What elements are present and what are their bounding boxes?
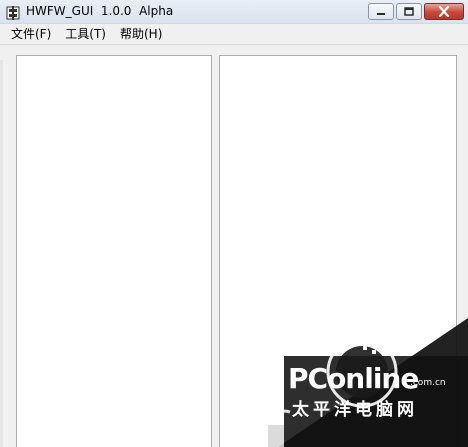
menu-file[interactable]: 文件(F) [4,24,58,44]
menu-help[interactable]: 帮助(H) [113,24,169,44]
right-panel[interactable] [219,55,457,447]
close-icon [438,6,450,17]
window-title: HWFW_GUI 1.0.0 Alpha [26,4,174,18]
window-controls [368,3,464,21]
left-edge [0,60,3,447]
title-bar[interactable]: HWFW_GUI 1.0.0 Alpha [0,0,468,24]
maximize-icon [404,7,414,16]
close-button[interactable] [424,3,464,20]
minimize-button[interactable] [368,3,394,20]
app-window: HWFW_GUI 1.0.0 Alpha 文件(F) 工具(T) 帮助(H) P… [0,0,468,447]
maximize-button[interactable] [396,3,422,20]
minimize-icon [377,12,385,15]
menu-tools[interactable]: 工具(T) [58,24,113,44]
app-icon [6,5,20,20]
left-panel[interactable] [16,55,212,447]
menu-divider [0,44,468,45]
menu-bar: 文件(F) 工具(T) 帮助(H) [0,24,468,44]
